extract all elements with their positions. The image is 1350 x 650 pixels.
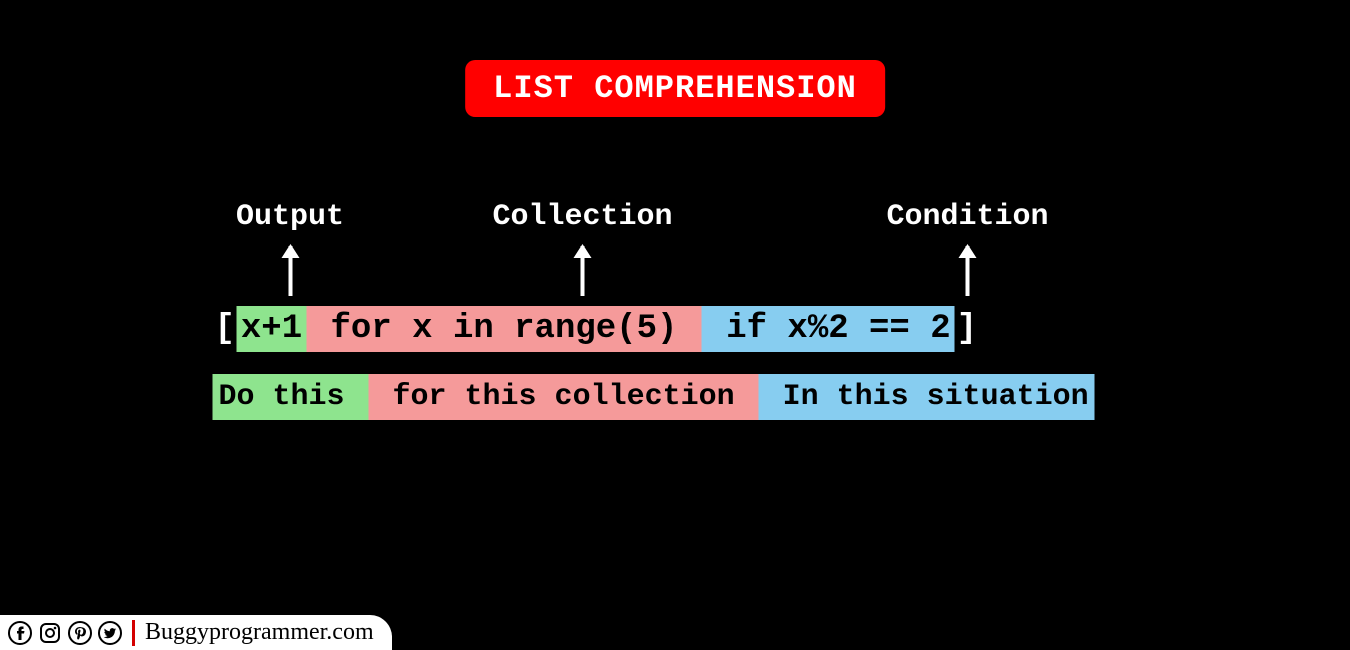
- diagram-container: Output Collection Condition [ x+1 for x …: [213, 200, 1138, 420]
- arrows-row: [213, 246, 1138, 296]
- code-row: [ x+1 for x in range(5) if x%2 == 2 ]: [213, 306, 1138, 352]
- facebook-icon: [8, 621, 32, 645]
- code-output-segment: x+1: [237, 306, 306, 352]
- open-bracket: [: [213, 306, 237, 352]
- explain-row: Do this for this collection In this situ…: [213, 374, 1138, 420]
- arrow-up-icon: [966, 246, 970, 296]
- explain-condition: In this situation: [759, 374, 1095, 420]
- pinterest-icon: [68, 621, 92, 645]
- twitter-icon: [98, 621, 122, 645]
- explain-collection: for this collection: [369, 374, 759, 420]
- code-collection-segment: for x in range(5): [306, 306, 702, 352]
- arrow-up-icon: [581, 246, 585, 296]
- labels-row: Output Collection Condition: [213, 200, 1138, 234]
- footer-divider: [132, 620, 135, 646]
- instagram-icon: [38, 621, 62, 645]
- label-condition: Condition: [798, 200, 1138, 234]
- label-output: Output: [213, 200, 368, 234]
- arrow-up-icon: [288, 246, 292, 296]
- explain-output: Do this: [213, 374, 369, 420]
- close-bracket: ]: [955, 306, 979, 352]
- brand-label: Buggyprogrammer.com: [145, 619, 374, 646]
- footer-bar: Buggyprogrammer.com: [0, 615, 392, 650]
- code-condition-segment: if x%2 == 2: [702, 306, 955, 352]
- title-badge: LIST COMPREHENSION: [465, 60, 885, 117]
- label-collection: Collection: [368, 200, 798, 234]
